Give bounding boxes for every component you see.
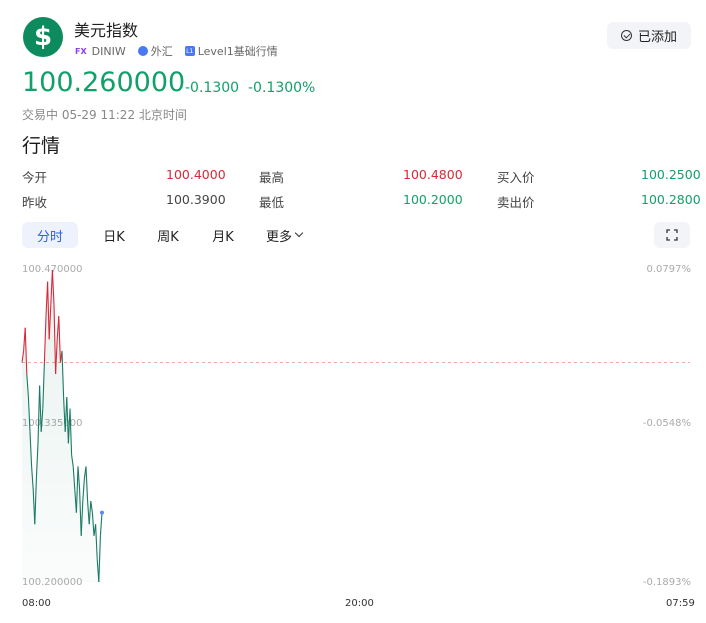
intraday-chart[interactable] xyxy=(0,0,706,623)
price-area xyxy=(22,270,102,582)
last-price-point xyxy=(100,510,104,515)
